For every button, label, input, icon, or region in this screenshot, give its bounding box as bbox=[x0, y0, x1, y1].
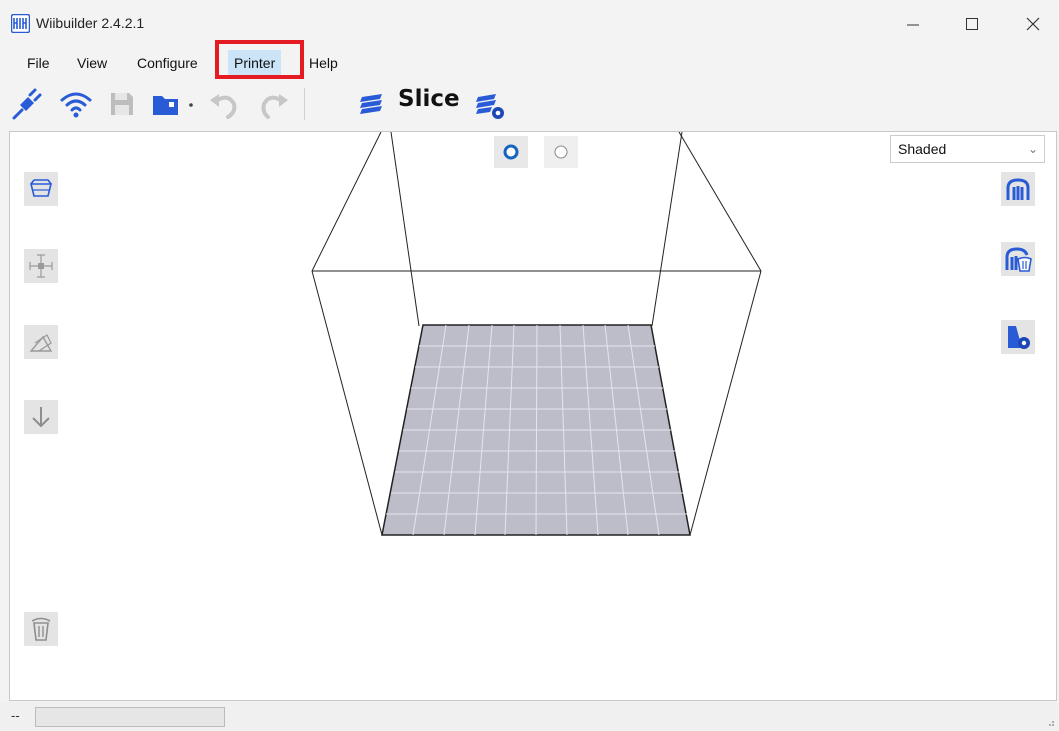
rotate-button[interactable] bbox=[24, 325, 58, 359]
save-icon[interactable] bbox=[104, 86, 140, 122]
menu-file[interactable]: File bbox=[24, 50, 53, 76]
maximize-button[interactable] bbox=[949, 6, 995, 42]
view-radio-2[interactable] bbox=[544, 136, 578, 168]
slice-layers-icon[interactable] bbox=[354, 86, 390, 122]
menu-bar: File View Configure Printer Help bbox=[0, 50, 1059, 76]
support-delete-button[interactable] bbox=[1001, 242, 1035, 276]
support-icon bbox=[1006, 178, 1030, 200]
printer-menu-highlight bbox=[215, 40, 304, 79]
toolbar: Slice bbox=[0, 78, 1059, 130]
slice-button-label[interactable]: Slice bbox=[398, 86, 460, 112]
wifi-icon[interactable] bbox=[58, 86, 94, 122]
move-icon bbox=[29, 254, 53, 278]
rotate-icon bbox=[29, 334, 53, 352]
app-window: Wiibuilder 2.4.2.1 File View Configure P… bbox=[0, 0, 1059, 731]
resize-grip-icon[interactable] bbox=[1045, 717, 1055, 727]
connect-icon[interactable] bbox=[8, 86, 44, 122]
support-button[interactable] bbox=[1001, 172, 1035, 206]
radio-selected-icon bbox=[503, 144, 519, 160]
3d-viewport[interactable]: Shaded ⌄ bbox=[9, 131, 1057, 701]
slice-settings-icon[interactable] bbox=[472, 86, 508, 122]
delete-icon bbox=[31, 617, 51, 641]
model-settings-icon bbox=[1008, 326, 1030, 349]
menu-configure[interactable]: Configure bbox=[134, 50, 201, 76]
view-mode-value: Shaded bbox=[898, 141, 947, 157]
title-bar: Wiibuilder 2.4.2.1 bbox=[0, 0, 1059, 46]
chevron-down-icon: ⌄ bbox=[1027, 142, 1038, 156]
menu-help[interactable]: Help bbox=[306, 50, 341, 76]
support-delete-icon bbox=[1005, 247, 1032, 272]
dropdown-arrow-icon[interactable] bbox=[184, 86, 198, 122]
model-settings-button[interactable] bbox=[1001, 320, 1035, 354]
delete-button[interactable] bbox=[24, 612, 58, 646]
radio-unselected-icon bbox=[554, 145, 568, 159]
open-folder-icon[interactable] bbox=[148, 86, 184, 122]
menu-view[interactable]: View bbox=[74, 50, 110, 76]
app-title: Wiibuilder 2.4.2.1 bbox=[36, 15, 145, 31]
progress-bar bbox=[35, 707, 225, 727]
minimize-icon bbox=[907, 24, 919, 26]
close-button[interactable] bbox=[1010, 6, 1056, 42]
wiibuilder-logo-icon bbox=[11, 14, 30, 33]
drop-to-bed-button[interactable] bbox=[24, 400, 58, 434]
redo-icon[interactable] bbox=[256, 86, 292, 122]
view-box-button[interactable] bbox=[24, 172, 58, 206]
undo-icon[interactable] bbox=[206, 86, 242, 122]
minimize-button[interactable] bbox=[890, 6, 936, 42]
view-box-icon bbox=[29, 179, 53, 197]
close-icon bbox=[1026, 17, 1040, 31]
build-volume bbox=[311, 132, 762, 536]
drop-down-icon bbox=[32, 407, 50, 428]
view-mode-select[interactable]: Shaded ⌄ bbox=[890, 135, 1045, 163]
view-radio-1[interactable] bbox=[494, 136, 528, 168]
status-text: -- bbox=[11, 708, 20, 723]
maximize-icon bbox=[966, 18, 978, 30]
toolbar-separator bbox=[304, 88, 305, 120]
move-button[interactable] bbox=[24, 249, 58, 283]
